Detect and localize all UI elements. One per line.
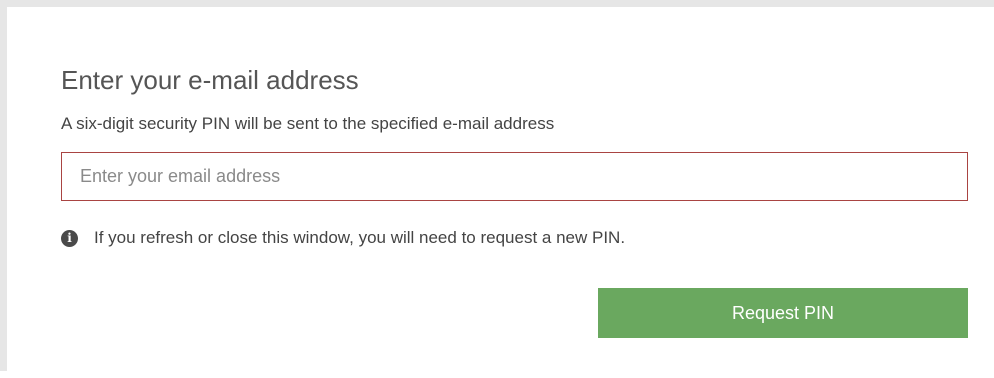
refresh-notice: i If you refresh or close this window, y… [61, 226, 625, 250]
info-circle-icon: i [61, 229, 78, 247]
form-subtitle: A six-digit security PIN will be sent to… [61, 114, 555, 133]
email-input[interactable] [61, 152, 968, 201]
email-pin-form: Enter your e-mail address A six-digit se… [61, 7, 968, 378]
form-title: Enter your e-mail address [61, 65, 359, 95]
request-pin-button[interactable]: Request PIN [598, 288, 968, 338]
refresh-notice-text: If you refresh or close this window, you… [94, 228, 626, 247]
dialog-frame: Enter your e-mail address A six-digit se… [0, 0, 994, 371]
